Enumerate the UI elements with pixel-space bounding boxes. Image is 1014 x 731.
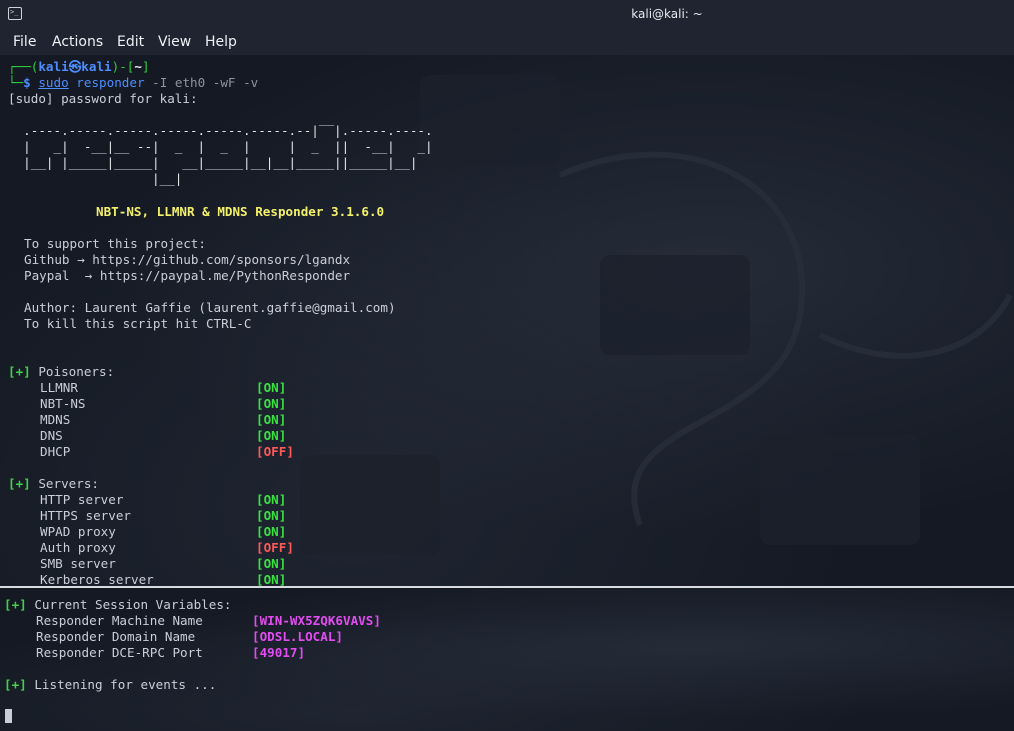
server-name: Kerberos server [40, 572, 154, 586]
prompt-end: ] [141, 59, 150, 74]
poisoner-name: NBT-NS [40, 396, 86, 411]
poisoner-status: [ON] [256, 412, 287, 427]
session-var-value: [49017] [252, 645, 306, 660]
window-title: kali@kali: ~ [631, 7, 703, 21]
session-var-name: Responder Domain Name [36, 629, 196, 644]
banner-ascii-line-5: |__| [8, 171, 183, 186]
session-title: Current Session Variables: [34, 597, 232, 612]
kill-line: To kill this script hit CTRL-C [24, 316, 252, 331]
prompt-host: kali [81, 59, 112, 74]
command-line: └─$ sudo responder -I eth0 -wF -v [8, 75, 258, 91]
servers-heading: [+] Servers: [8, 476, 99, 492]
title-bar: >_ kali@kali: ~ [0, 0, 1014, 30]
server-name: WPAD proxy [40, 524, 116, 539]
session-var-name: Responder Machine Name [36, 613, 203, 628]
support-paypal-label: Paypal [24, 268, 70, 283]
server-status: [ON] [256, 524, 287, 539]
marker: [+] [4, 597, 27, 612]
poisoner-status: [ON] [256, 428, 287, 443]
menu-actions[interactable]: Actions [52, 34, 103, 50]
banner-ascii-line-3: | _| -__|__ --| _ | _ | | _ || -__| _| [8, 139, 433, 154]
menu-file[interactable]: File [13, 34, 36, 50]
text-cursor [5, 709, 12, 723]
arrow-icon: → [77, 252, 85, 267]
session-var-name: Responder DCE-RPC Port [36, 645, 203, 660]
poisoner-status: [ON] [256, 396, 287, 411]
server-status: [ON] [256, 492, 287, 507]
command-args: -I eth0 -wF -v [144, 75, 259, 90]
support-github-label: Github [24, 252, 70, 267]
session-var-value: [ODSL.LOCAL] [252, 629, 343, 644]
marker: [+] [8, 364, 31, 379]
marker: [+] [8, 476, 31, 491]
terminal-pane-bottom[interactable]: [+] Current Session Variables: Responder… [0, 588, 1014, 731]
prompt-dir: ~ [134, 59, 142, 74]
command-program: responder [76, 75, 145, 90]
session-var-value: [WIN-WX5ZQK6VAVS] [252, 613, 381, 628]
prompt-line-top: ┌──(kali㉿kali)-[~] [8, 59, 150, 75]
poisoner-status: [OFF] [256, 444, 294, 459]
servers-title: Servers: [38, 476, 100, 491]
poisoner-name: MDNS [40, 412, 71, 427]
banner-title: NBT-NS, LLMNR & MDNS Responder 3.1.6.0 [96, 204, 385, 219]
session-heading: [+] Current Session Variables: [4, 597, 231, 613]
menu-edit[interactable]: Edit [117, 34, 144, 50]
server-status: [ON] [256, 556, 287, 571]
terminal-pane-top[interactable]: ┌──(kali㉿kali)-[~] └─$ sudo responder -I… [0, 55, 1014, 586]
support-heading: To support this project: [24, 236, 206, 251]
menu-bar: File Actions Edit View Help [0, 30, 1014, 55]
support-github-line: Github → https://github.com/sponsors/lga… [24, 252, 350, 268]
prompt-sep: )-[ [111, 59, 135, 74]
sudo-password-line: [sudo] password for kali: [8, 91, 198, 106]
poisoner-status: [ON] [256, 380, 287, 395]
prompt-dollar: $ [23, 75, 39, 90]
poisoners-heading: [+] Poisoners: [8, 364, 114, 380]
prompt-corner-top: ┌──( [8, 59, 39, 74]
listening-text: Listening for events ... [34, 677, 217, 692]
banner-ascii-line-2: .----.-----.-----.-----.-----.-----.--| … [8, 123, 433, 138]
prompt-user: kali [38, 59, 69, 74]
banner-ascii-line-4: |__| |_____|_____| __|_____|__|__|_____|… [8, 155, 418, 170]
prompt-corner-bottom: └─ [8, 75, 24, 90]
poisoner-name: DNS [40, 428, 63, 443]
poisoner-name: LLMNR [40, 380, 78, 395]
author-line: Author: Laurent Gaffie (laurent.gaffie@g… [24, 300, 396, 315]
server-status: [ON] [256, 508, 287, 523]
menu-view[interactable]: View [158, 34, 191, 50]
command-sudo: sudo [38, 75, 69, 90]
menu-help[interactable]: Help [205, 34, 237, 50]
server-status: [OFF] [256, 540, 294, 555]
marker: [+] [4, 677, 27, 692]
listening-line: [+] Listening for events ... [4, 677, 216, 693]
server-name: SMB server [40, 556, 116, 571]
support-github-url[interactable]: https://github.com/sponsors/lgandx [92, 252, 350, 267]
server-status: [ON] [256, 572, 287, 586]
support-paypal-line: Paypal → https://paypal.me/PythonRespond… [24, 268, 350, 284]
arrow-icon: → [84, 268, 93, 283]
server-name: Auth proxy [40, 540, 116, 555]
server-name: HTTPS server [40, 508, 131, 523]
poisoner-name: DHCP [40, 444, 71, 459]
server-name: HTTP server [40, 492, 124, 507]
prompt-at: ㉿ [68, 59, 82, 74]
support-paypal-url[interactable]: https://paypal.me/PythonResponder [100, 268, 350, 283]
poisoners-title: Poisoners: [38, 364, 115, 379]
